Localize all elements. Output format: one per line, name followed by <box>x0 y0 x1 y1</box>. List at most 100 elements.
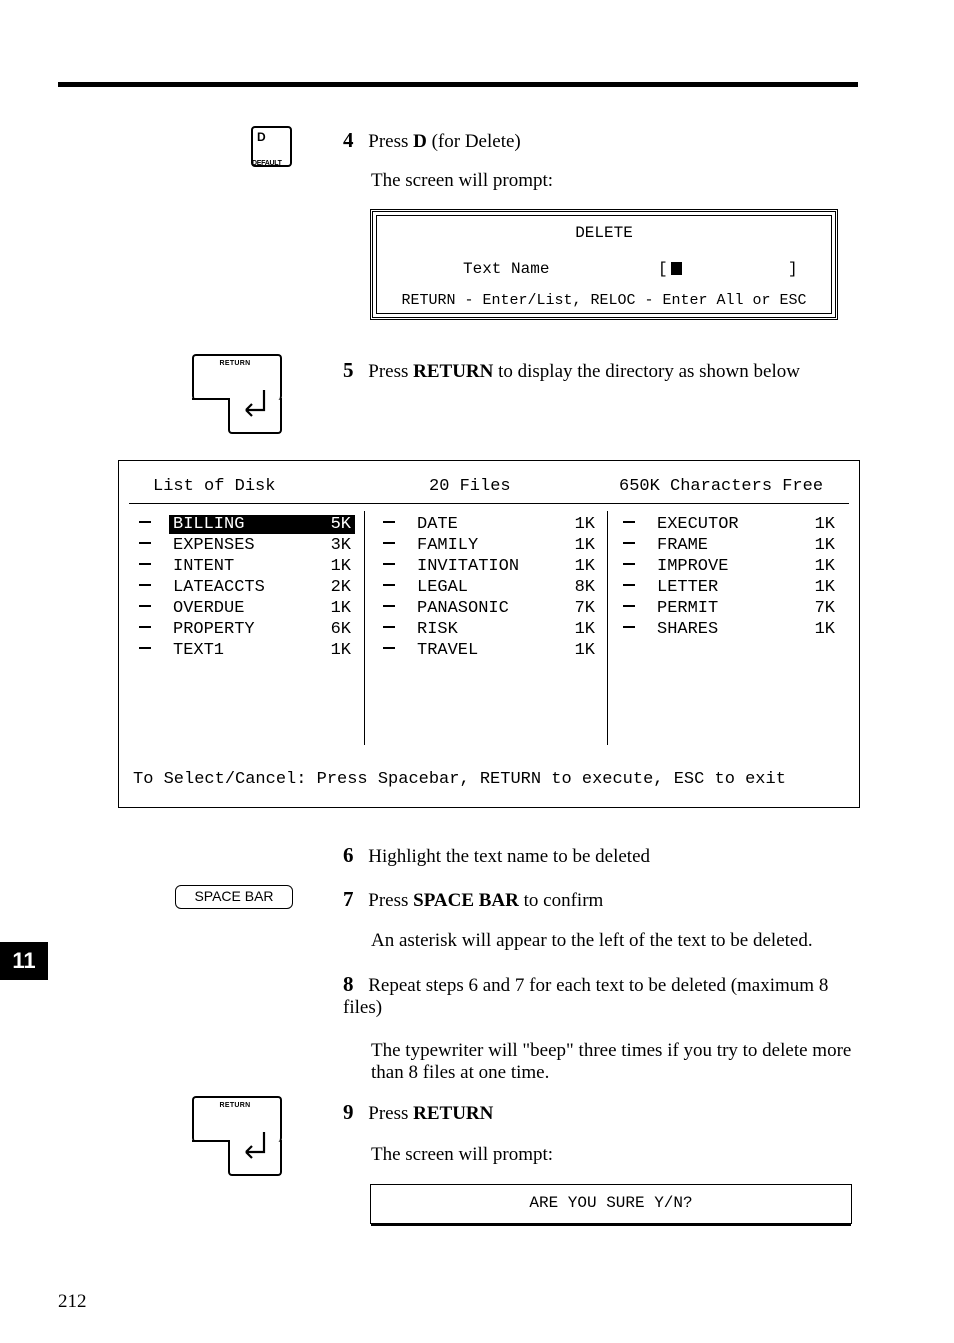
keycap-return-1: RETURN <box>192 354 282 434</box>
file-row: IMPROVE1K <box>617 557 847 578</box>
file-name: INVITATION <box>417 557 519 576</box>
file-name: DATE <box>417 515 458 534</box>
file-row: LETTER 1K <box>617 578 847 599</box>
row-marker <box>623 521 635 523</box>
page-number: 212 <box>58 1291 87 1313</box>
return-label: RETURN <box>192 360 278 367</box>
file-name: PERMIT <box>657 599 718 618</box>
file-size: 1K <box>815 578 835 597</box>
row-marker <box>383 542 395 544</box>
page: D DEFAULT 4 Press D (for Delete) The scr… <box>0 0 954 1343</box>
file-size: 1K <box>575 557 595 576</box>
step-9-pre: Press <box>368 1103 413 1124</box>
file-row: RISK 1K <box>377 620 607 641</box>
step-7-note: An asterisk will appear to the left of t… <box>371 930 857 952</box>
step-8-text: Repeat steps 6 and 7 for each text to be… <box>343 975 828 1018</box>
dir-columns: BILLING5KEXPENSES3KINTENT1KLATEACCTS2KOV… <box>119 515 859 737</box>
file-row: DATE 1K <box>377 515 607 536</box>
file-row: BILLING5K <box>133 515 363 536</box>
file-row: TRAVEL 1K <box>377 641 607 662</box>
side-tab: 11 <box>0 942 48 980</box>
file-size: 1K <box>575 641 595 660</box>
delete-field-label: Text Name <box>463 260 549 278</box>
file-name: SHARES <box>657 620 718 639</box>
row-marker <box>139 563 151 565</box>
step-7-key: SPACE BAR <box>413 890 519 911</box>
file-name: EXECUTOR <box>657 515 739 534</box>
row-marker <box>383 605 395 607</box>
step-4-key: D <box>413 131 427 152</box>
step-7: 7 Press SPACE BAR to confirm <box>343 887 603 912</box>
file-row: FAMILY1K <box>377 536 607 557</box>
file-size: 1K <box>815 536 835 555</box>
row-marker <box>383 521 395 523</box>
directory-box: List of Disk 20 Files 650K Characters Fr… <box>118 460 860 808</box>
step-7-num: 7 <box>343 887 354 911</box>
delete-prompt-box: DELETE Text Name [ ] RETURN - Enter/List… <box>370 209 838 320</box>
step-9-num: 9 <box>343 1100 354 1124</box>
sure-prompt-text: ARE YOU SURE Y/N? <box>529 1194 692 1212</box>
dir-col-2: DATE1KFAMILY1KINVITATION1KLEGAL8KPANASON… <box>377 515 607 662</box>
file-name: LATEACCTS <box>173 578 265 597</box>
step-5-key: RETURN <box>413 361 493 382</box>
file-row: PROPERTY 6K <box>133 620 363 641</box>
dir-header-mid: 20 Files <box>429 477 511 496</box>
dir-col-3: EXECUTOR1KFRAME1KIMPROVE1KLETTER1KPERMIT… <box>617 515 847 641</box>
step-6: 6 Highlight the text name to be deleted <box>343 843 650 868</box>
step-4: 4 Press D (for Delete) <box>343 128 521 153</box>
spacebar-label: SPACE BAR <box>194 888 273 904</box>
file-size: 1K <box>575 515 595 534</box>
file-size: 6K <box>331 620 351 639</box>
keycap-d: D DEFAULT <box>251 126 292 167</box>
file-name: RISK <box>417 620 458 639</box>
row-marker <box>623 626 635 628</box>
keycap-d-letter: D <box>257 130 266 144</box>
file-row: SHARES 1K <box>617 620 847 641</box>
row-marker <box>139 521 151 523</box>
bracket-right: ] <box>788 260 798 278</box>
step-8: 8 Repeat steps 6 and 7 for each text to … <box>343 972 859 1019</box>
bracket-left: [ <box>658 260 668 278</box>
file-size: 1K <box>331 557 351 576</box>
row-marker <box>383 647 395 649</box>
file-row: OVERDUE1K <box>133 599 363 620</box>
row-marker <box>139 626 151 628</box>
row-marker <box>139 647 151 649</box>
file-size: 1K <box>575 620 595 639</box>
row-marker <box>623 605 635 607</box>
delete-title: DELETE <box>373 224 835 242</box>
delete-hint: RETURN - Enter/List, RELOC - Enter All o… <box>387 292 821 309</box>
dir-header-right: 650K Characters Free <box>619 477 823 496</box>
file-size: 2K <box>331 578 351 597</box>
file-size: 1K <box>815 620 835 639</box>
row-marker <box>383 626 395 628</box>
file-name: LETTER <box>657 578 718 597</box>
file-row: PANASONIC7K <box>377 599 607 620</box>
row-marker <box>623 542 635 544</box>
step-7-post: to confirm <box>519 890 603 911</box>
step-9-key: RETURN <box>413 1103 493 1124</box>
file-name: PANASONIC <box>417 599 509 618</box>
file-size: 7K <box>815 599 835 618</box>
row-marker <box>383 584 395 586</box>
top-rule <box>58 82 858 87</box>
file-row: LEGAL8K <box>377 578 607 599</box>
cursor-icon <box>671 262 682 275</box>
file-name: IMPROVE <box>657 557 728 576</box>
row-marker <box>623 563 635 565</box>
file-name: TEXT1 <box>173 641 224 660</box>
file-name: TRAVEL <box>417 641 478 660</box>
row-marker <box>383 563 395 565</box>
step-5-num: 5 <box>343 358 354 382</box>
file-size: 1K <box>815 515 835 534</box>
step-6-text: Highlight the text name to be deleted <box>368 846 650 867</box>
dir-col-1: BILLING5KEXPENSES3KINTENT1KLATEACCTS2KOV… <box>133 515 363 662</box>
file-name: PROPERTY <box>173 620 255 639</box>
keycap-return-2: RETURN <box>192 1096 282 1176</box>
file-size: 8K <box>575 578 595 597</box>
file-name: FRAME <box>657 536 708 555</box>
row-marker <box>623 584 635 586</box>
step-9-note: The screen will prompt: <box>371 1144 553 1166</box>
step-8-num: 8 <box>343 972 354 996</box>
file-size: 1K <box>575 536 595 555</box>
